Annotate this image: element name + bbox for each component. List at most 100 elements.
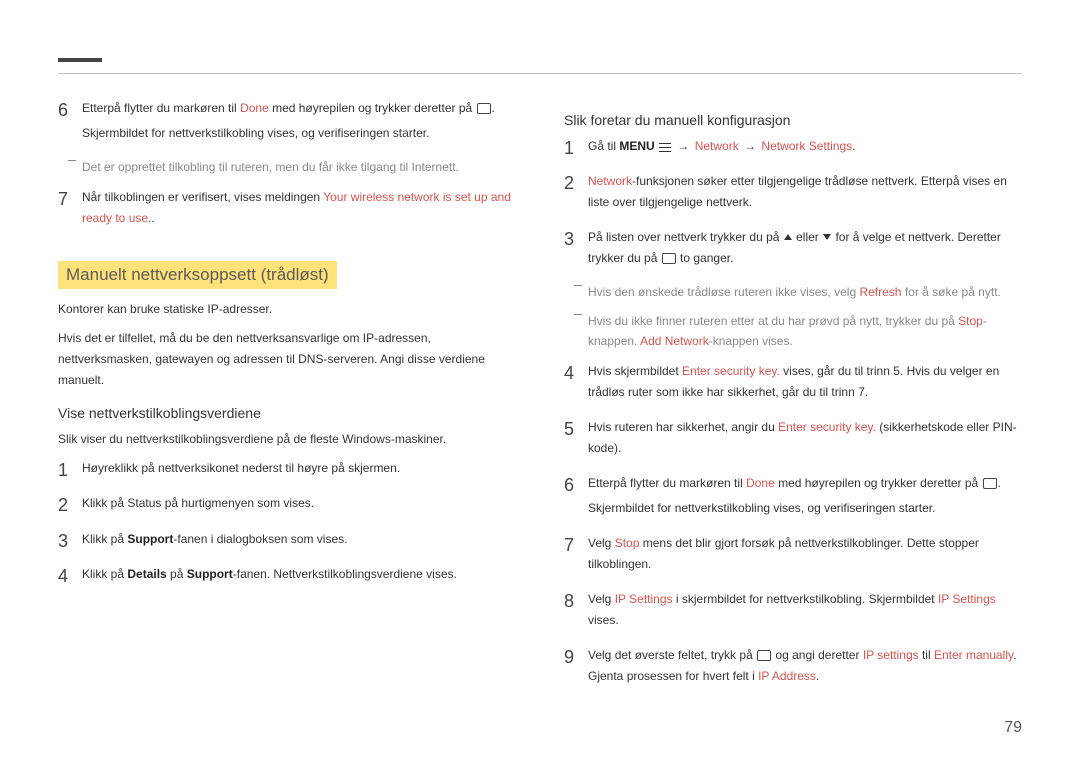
text-run: Hvis skjermbildet (588, 364, 682, 378)
step-text: Velg Stop mens det blir gjort forsøk på … (588, 533, 1022, 579)
highlight-text: Add Network (640, 334, 709, 348)
text-run: eller (793, 230, 822, 244)
step-text: Høyreklikk på nettverksikonet nederst ti… (82, 458, 516, 483)
step-number: 4 (58, 564, 82, 589)
text-run: og angi deretter (772, 648, 863, 662)
text-run: . (852, 139, 855, 153)
arrow-right-icon: → (677, 139, 689, 153)
text-run (672, 139, 675, 153)
highlight-text: Enter security key. (682, 364, 780, 378)
text-run: mens det blir gjort forsøk på nettverkst… (588, 536, 979, 571)
numbered-step: 5Hvis ruteren har sikkerhet, angir du En… (564, 417, 1022, 463)
step-text: Etterpå flytter du markøren til Done med… (82, 98, 516, 148)
bold-text: MENU (619, 139, 654, 153)
step-line: Hvis skjermbildet Enter security key. vi… (588, 361, 1022, 403)
step-text: Når tilkoblingen er verifisert, vises me… (82, 187, 516, 233)
step-text: Hvis skjermbildet Enter security key. vi… (588, 361, 1022, 407)
step-text: Gå til MENU → Network → Network Settings… (588, 136, 1022, 161)
step-text: Klikk på Status på hurtigmenyen som vise… (82, 493, 516, 518)
text-run: -funksjonen søker etter tilgjengelige tr… (588, 174, 1007, 209)
highlight-text: Network Settings (761, 139, 852, 153)
text-run: -fanen. Nettverkstilkoblingsverdiene vis… (233, 567, 457, 581)
bold-text: Support (127, 532, 173, 546)
step-number: 7 (58, 187, 82, 233)
paragraph: Hvis det er tilfellet, må du be den nett… (58, 328, 516, 391)
arrow-right-icon: → (744, 139, 756, 153)
text-run: Høyreklikk på nettverksikonet nederst ti… (82, 461, 400, 475)
text-run: Gå til (588, 139, 619, 153)
text-run: På listen over nettverk trykker du på (588, 230, 783, 244)
highlight-text: Done (240, 101, 269, 115)
highlight-text: IP Address (758, 669, 816, 683)
text-run: for å søke på nytt. (901, 285, 1000, 299)
highlight-text: Network (695, 139, 739, 153)
highlight-text: IP settings (863, 648, 919, 662)
numbered-step: 6Etterpå flytter du markøren til Done me… (564, 473, 1022, 523)
numbered-step: 1Gå til MENU → Network → Network Setting… (564, 136, 1022, 161)
numbered-step: 1Høyreklikk på nettverksikonet nederst t… (58, 458, 516, 483)
numbered-step: 3På listen over nettverk trykker du på e… (564, 227, 1022, 273)
step-line: Klikk på Details på Support-fanen. Nettv… (82, 564, 516, 585)
step-number: 7 (564, 533, 588, 579)
text-run: Hvis den ønskede trådløse ruteren ikke v… (588, 285, 859, 299)
numbered-step: 8Velg IP Settings i skjermbildet for net… (564, 589, 1022, 635)
step-number: 3 (564, 227, 588, 273)
left-column: 6Etterpå flytter du markøren til Done me… (58, 98, 516, 701)
numbered-step: 4Klikk på Details på Support-fanen. Nett… (58, 564, 516, 589)
numbered-step: 2Klikk på Status på hurtigmenyen som vis… (58, 493, 516, 518)
step-number: 1 (58, 458, 82, 483)
step-line: Velg IP Settings i skjermbildet for nett… (588, 589, 1022, 631)
step-number: 9 (564, 645, 588, 691)
step-number: 3 (58, 529, 82, 554)
text-run: Hvis du ikke finner ruteren etter at du … (588, 314, 958, 328)
enter-icon (477, 103, 491, 114)
numbered-step: 7Når tilkoblingen er verifisert, vises m… (58, 187, 516, 233)
step-text: På listen over nettverk trykker du på el… (588, 227, 1022, 273)
text-run: Velg (588, 592, 615, 606)
bold-text: Support (187, 567, 233, 581)
page-number: 79 (1004, 719, 1022, 737)
step-extra: Skjermbildet for nettverkstilkobling vis… (82, 123, 516, 144)
step-number: 4 (564, 361, 588, 407)
header-divider (58, 73, 1022, 74)
note-text: Det er opprettet tilkobling til ruteren,… (58, 158, 516, 177)
note-text: Hvis du ikke finner ruteren etter at du … (564, 312, 1022, 350)
step-number: 8 (564, 589, 588, 635)
step-number: 2 (58, 493, 82, 518)
enter-icon (757, 650, 771, 661)
text-run: Klikk på Status på hurtigmenyen som vise… (82, 496, 314, 510)
highlight-text: Stop (958, 314, 983, 328)
step-line: Velg det øverste feltet, trykk på og ang… (588, 645, 1022, 687)
text-run: i skjermbildet for nettverkstilkobling. … (673, 592, 938, 606)
step-line: Hvis ruteren har sikkerhet, angir du Ent… (588, 417, 1022, 459)
numbered-step: 9Velg det øverste feltet, trykk på og an… (564, 645, 1022, 691)
step-extra: Skjermbildet for nettverkstilkobling vis… (588, 498, 1022, 519)
subsection-title: Vise nettverkstilkoblingsverdiene (58, 405, 516, 421)
step-number: 5 (564, 417, 588, 463)
bold-text: Details (127, 567, 166, 581)
text-run: Velg (588, 536, 615, 550)
step-line: Klikk på Support-fanen i dialogboksen so… (82, 529, 516, 550)
text-run: vises. (588, 613, 619, 627)
triangle-down-icon (823, 234, 831, 240)
text-run: Klikk på (82, 532, 127, 546)
highlight-text: Refresh (859, 285, 901, 299)
enter-icon (983, 478, 997, 489)
numbered-step: 7Velg Stop mens det blir gjort forsøk på… (564, 533, 1022, 579)
step-text: Etterpå flytter du markøren til Done med… (588, 473, 1022, 523)
text-run: Velg det øverste feltet, trykk på (588, 648, 756, 662)
text-run: Klikk på (82, 567, 127, 581)
highlight-text: Stop (615, 536, 640, 550)
text-run: . (151, 211, 154, 225)
highlight-text: Network (588, 174, 632, 188)
enter-icon (662, 253, 676, 264)
text-run (655, 139, 658, 153)
subsection-title: Slik foretar du manuell konfigurasjon (564, 112, 1022, 128)
highlight-text: Enter security key. (778, 420, 876, 434)
step-text: Velg det øverste feltet, trykk på og ang… (588, 645, 1022, 691)
step-line: Velg Stop mens det blir gjort forsøk på … (588, 533, 1022, 575)
step-line: Høyreklikk på nettverksikonet nederst ti… (82, 458, 516, 479)
text-run: -knappen vises. (709, 334, 793, 348)
highlight-text: IP Settings (615, 592, 673, 606)
text-run: . (816, 669, 819, 683)
